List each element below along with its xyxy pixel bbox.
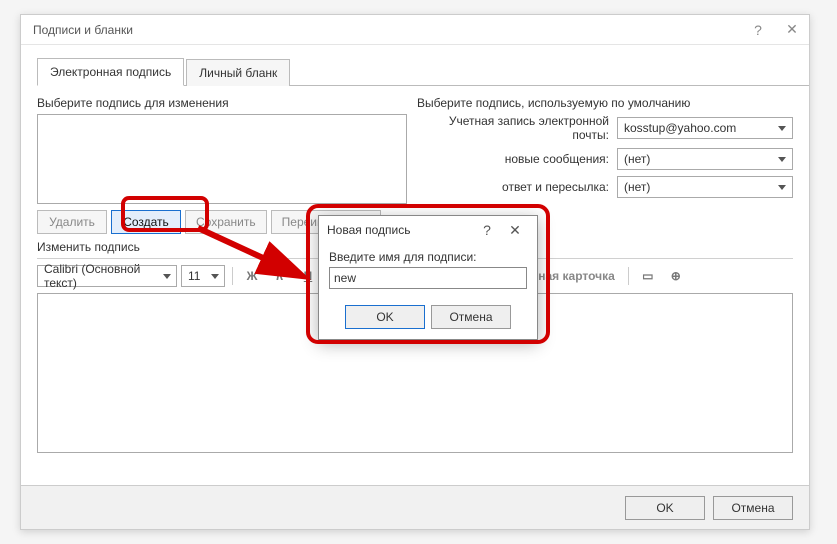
create-button[interactable]: Создать <box>111 210 181 234</box>
delete-button[interactable]: Удалить <box>37 210 107 234</box>
account-label: Учетная запись электронной почты: <box>417 114 617 142</box>
help-icon[interactable]: ? <box>741 15 775 45</box>
account-select[interactable]: kosstup@yahoo.com <box>617 117 793 139</box>
tab-personal-stationery[interactable]: Личный бланк <box>186 59 290 86</box>
tab-email-signature[interactable]: Электронная подпись <box>37 58 184 86</box>
reply-forward-label: ответ и пересылка: <box>417 180 617 194</box>
window-title: Подписи и бланки <box>33 23 741 37</box>
dialog-footer: OK Отмена <box>21 485 809 529</box>
modal-title: Новая подпись <box>327 223 473 237</box>
underline-button[interactable]: Ч <box>296 265 320 287</box>
modal-help-icon[interactable]: ? <box>473 222 501 238</box>
modal-cancel-button[interactable]: Отмена <box>431 305 511 329</box>
bold-button[interactable]: Ж <box>240 265 264 287</box>
new-signature-dialog: Новая подпись ? ✕ Введите имя для подпис… <box>318 215 538 340</box>
new-messages-label: новые сообщения: <box>417 152 617 166</box>
italic-button[interactable]: К <box>268 265 292 287</box>
fontsize-combo[interactable]: 11 <box>181 265 225 287</box>
image-icon[interactable]: ▭ <box>636 265 660 287</box>
tab-strip: Электронная подпись Личный бланк <box>37 57 809 86</box>
link-icon[interactable]: ⊕ <box>664 265 688 287</box>
new-messages-select[interactable]: (нет) <box>617 148 793 170</box>
select-signature-label: Выберите подпись для изменения <box>37 96 407 110</box>
reply-forward-select[interactable]: (нет) <box>617 176 793 198</box>
font-combo[interactable]: Calibri (Основной текст) <box>37 265 177 287</box>
titlebar: Подписи и бланки ? ✕ <box>21 15 809 45</box>
modal-label: Введите имя для подписи: <box>329 250 527 264</box>
signature-listbox[interactable] <box>37 114 407 204</box>
ok-button[interactable]: OK <box>625 496 705 520</box>
signature-name-input[interactable] <box>329 267 527 289</box>
modal-ok-button[interactable]: OK <box>345 305 425 329</box>
save-button[interactable]: Сохранить <box>185 210 267 234</box>
cancel-button[interactable]: Отмена <box>713 496 793 520</box>
modal-close-icon[interactable]: ✕ <box>501 222 529 239</box>
close-icon[interactable]: ✕ <box>775 15 809 45</box>
default-signature-header: Выберите подпись, используемую по умолча… <box>417 96 793 110</box>
